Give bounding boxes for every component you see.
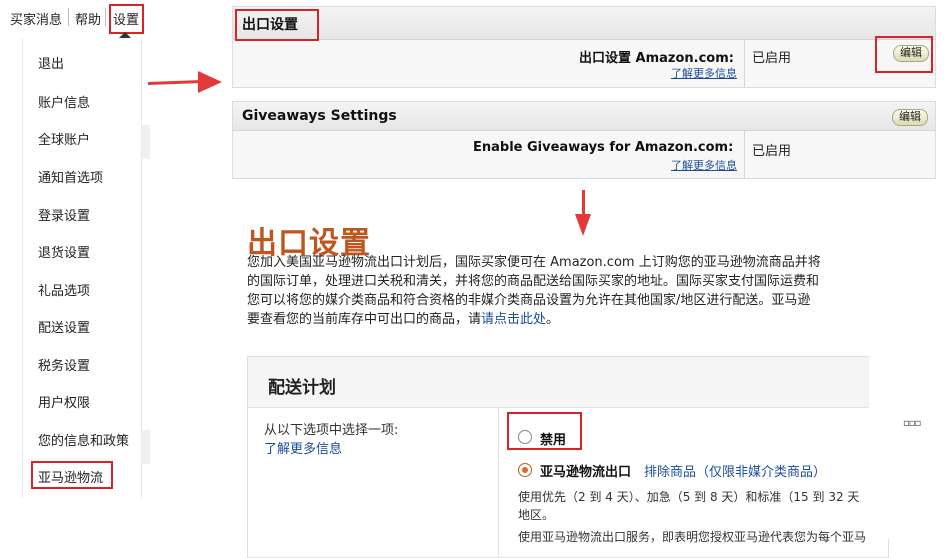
giveaways-settings-panel: Giveaways Settings 编辑 Enable Giveaways f… — [232, 101, 936, 179]
settings-highlight-box — [109, 4, 144, 34]
menu-item-return-settings[interactable]: 退货设置 — [38, 242, 90, 261]
menu-item-tax-settings[interactable]: 税务设置 — [38, 355, 90, 374]
menu-item-global-account[interactable]: 全球账户 — [38, 129, 90, 148]
delivery-plan-card: 配送计划 从以下选项中选择一项: 了解更多信息 禁用 亚马逊物流出口 排除商品（… — [247, 356, 889, 558]
card-divider — [498, 407, 499, 557]
status-text: 已启用 — [752, 51, 792, 66]
menu-item-login-settings[interactable]: 登录设置 — [38, 205, 90, 224]
panel-title: Giveaways Settings — [242, 108, 397, 124]
intro-line-text: 要查看您的当前库存中可出口的商品，请 — [247, 312, 482, 327]
edit-highlight-box — [875, 36, 933, 73]
menu-item-notification-preferences[interactable]: 通知首选项 — [38, 167, 103, 186]
intro-line: 的国际订单，处理进口关税和清关，并将您的商品配送给国际买家的地址。国际买家支付国… — [247, 274, 820, 289]
menu-item-account-info[interactable]: 账户信息 — [38, 92, 90, 111]
giveaways-row-label: Enable Giveaways for Amazon.com: — [473, 140, 734, 155]
radio-fba-export[interactable] — [518, 463, 532, 477]
export-settings-panel: 出口设置 出口设置 Amazon.com: 了解更多信息 已启用 — [232, 6, 936, 88]
annotation-arrow-head — [575, 214, 591, 236]
column-divider — [744, 39, 745, 87]
option-description: 地区。 — [518, 508, 555, 522]
learn-more-link[interactable]: 了解更多信息 — [671, 65, 737, 81]
card-title: 配送计划 — [268, 378, 336, 398]
click-here-link[interactable]: 请点击此处 — [481, 312, 546, 327]
annotation-arrow-line — [147, 80, 203, 85]
menu-item-logout[interactable]: 退出 — [38, 53, 64, 72]
more-icon: ▫▫▫ — [903, 418, 921, 429]
giveaways-edit-button[interactable]: 编辑 — [892, 109, 928, 126]
fba-highlight-box — [31, 461, 113, 489]
intro-line: 要查看您的当前库存中可出口的商品，请请点击此处。 — [247, 310, 869, 329]
panel-header — [233, 7, 935, 40]
exclude-products-link[interactable]: 排除商品（仅限非媒介类商品） — [644, 461, 826, 480]
intro-paragraph: 您加入美国亚马逊物流出口计划后，国际买家便可在 Amazon.com 上订购您的… — [247, 253, 869, 329]
menu-item-info-and-policies[interactable]: 您的信息和政策 — [38, 430, 129, 449]
column-divider — [744, 130, 745, 178]
menu-item-user-permissions[interactable]: 用户权限 — [38, 392, 90, 411]
card-header — [248, 357, 888, 408]
option-description: 使用亚马逊物流出口服务，即表明您授权亚马逊代表您为每个亚马 — [518, 530, 867, 544]
choose-option-label: 从以下选项中选择一项: — [264, 423, 399, 438]
intro-line-end: 。 — [546, 312, 560, 327]
option-fba-export-label[interactable]: 亚马逊物流出口 — [540, 461, 631, 480]
menu-item-shipping-settings[interactable]: 配送设置 — [38, 317, 90, 336]
intro-line: 您可以将您的媒介类商品和符合资格的非媒介类商品设置为允许在其他国家/地区进行配送… — [247, 293, 811, 308]
learn-more-link[interactable]: 了解更多信息 — [264, 438, 342, 457]
disable-highlight-box — [507, 412, 582, 450]
nav-divider — [105, 8, 106, 26]
settings-dropdown-menu: 退出 账户信息 全球账户 通知首选项 登录设置 退货设置 礼品选项 配送设置 税… — [22, 38, 142, 498]
export-title-highlight-box — [235, 9, 319, 41]
learn-more-link[interactable]: 了解更多信息 — [671, 157, 737, 173]
menu-item-gift-options[interactable]: 礼品选项 — [38, 280, 90, 299]
export-row-label: 出口设置 Amazon.com: — [579, 51, 734, 66]
nav-buyer-messages[interactable]: 买家消息 — [10, 9, 62, 28]
right-edge-mask — [869, 190, 952, 539]
nav-divider — [68, 8, 69, 26]
status-text: 已启用 — [752, 144, 792, 159]
intro-line: 您加入美国亚马逊物流出口计划后，国际买家便可在 Amazon.com 上订购您的… — [247, 255, 821, 270]
annotation-arrow-head — [198, 71, 222, 93]
nav-help[interactable]: 帮助 — [75, 9, 101, 28]
option-description: 使用优先（2 到 4 天）、加急（5 到 8 天）和标准（15 到 32 天 — [518, 490, 860, 504]
annotation-arrow-line — [582, 190, 585, 216]
